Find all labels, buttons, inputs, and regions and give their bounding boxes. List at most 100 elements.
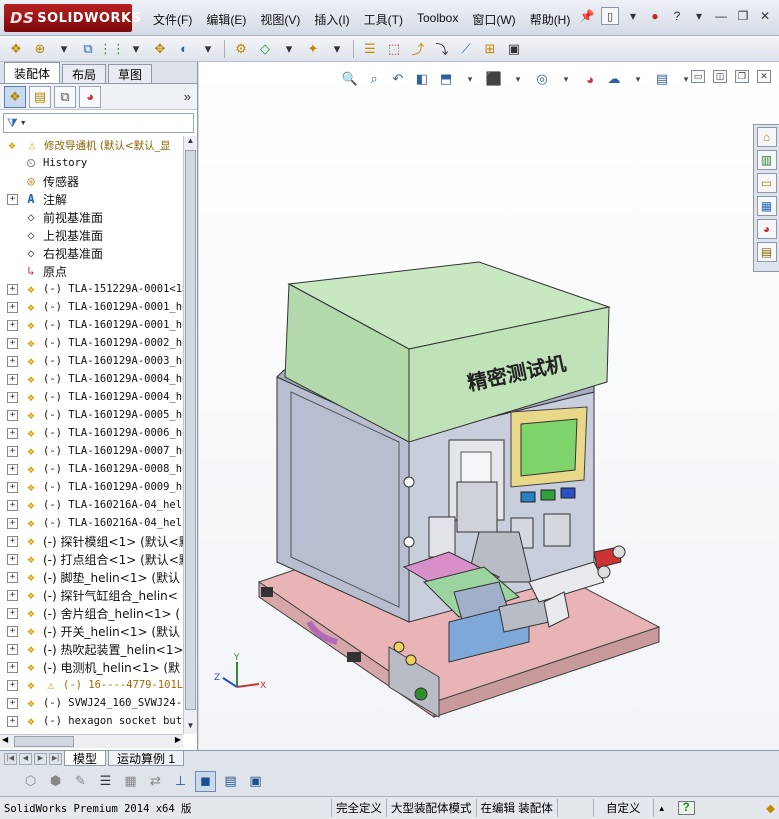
menu-toolbox[interactable]: Toolbox [410, 9, 465, 30]
axis-icon[interactable]: ⊥ [170, 771, 191, 792]
tree-item[interactable]: + ❖ (-) TLA-160129A-0008_he [0, 460, 183, 478]
expand-toggle-icon[interactable]: + [7, 445, 18, 457]
tab-motion-study[interactable]: 运动算例 1 [108, 751, 185, 766]
status-help-icon[interactable]: ? [677, 801, 695, 815]
expand-toggle-icon[interactable]: + [7, 553, 18, 565]
save-icon[interactable]: ▣ [245, 771, 266, 792]
tree-item[interactable]: + ❖ (-) TLA-160129A-0004_he [0, 388, 183, 406]
tree-item[interactable]: ⏲ History [0, 154, 183, 172]
pin-icon[interactable]: 📌 [579, 8, 595, 24]
tree-item[interactable]: + ❖ (-) TLA-160216A-04_heli [0, 514, 183, 532]
explode-line-sketch-icon[interactable]: ⤴ [408, 39, 428, 59]
reference-geometry-icon[interactable]: ◇ [255, 39, 275, 59]
help-icon[interactable]: ? [669, 8, 685, 24]
configuration-manager-tab-icon[interactable]: ⧉ [54, 85, 76, 108]
next-tab-icon[interactable]: ▶ [34, 752, 47, 765]
new-motion-study-icon[interactable]: ✦ [303, 39, 323, 59]
tree-item[interactable]: + ❖ (-) TLA-160129A-0001_he [0, 298, 183, 316]
dropdown-icon[interactable]: ▾ [198, 39, 218, 59]
tree-item[interactable]: ↳ 原点 [0, 262, 183, 280]
expand-toggle-icon[interactable]: + [7, 193, 18, 205]
expand-toggle-icon[interactable]: + [7, 481, 18, 493]
table-icon[interactable]: ▤ [220, 771, 241, 792]
tree-item[interactable]: + ❖ (-) 脚垫_helin<1> (默认 [0, 568, 183, 586]
tree-item[interactable]: + ❖ (-) TLA-160129A-0006_he [0, 424, 183, 442]
component-pattern-icon[interactable]: ⋮⋮ [99, 39, 125, 59]
help-dropdown-icon[interactable]: ▾ [691, 8, 707, 24]
tree-item[interactable]: + ❖ (-) 舍片组合_helin<1> ( [0, 604, 183, 622]
expand-toggle-icon[interactable]: + [7, 373, 18, 385]
bill-of-materials-icon[interactable]: ☰ [360, 39, 380, 59]
status-mode[interactable]: 大型装配体模式 [387, 799, 477, 817]
minimize-button[interactable]: — [713, 8, 729, 24]
move-component-icon[interactable]: ✥ [150, 39, 170, 59]
tree-item[interactable]: + ❖ (-) TLA-151229A-0001<1> [0, 280, 183, 298]
menu-file[interactable]: 文件(F) [146, 9, 199, 30]
tree-item[interactable]: + A 注解 [0, 190, 183, 208]
traffic-light-icon[interactable]: ● [647, 8, 663, 24]
dimension-icon[interactable]: ⇄ [145, 771, 166, 792]
expand-toggle-icon[interactable]: + [7, 283, 18, 295]
assembly-model[interactable]: 精密测试机 Y X Z [199, 62, 779, 750]
expand-toggle-icon[interactable]: + [7, 697, 18, 709]
tree-item[interactable]: + ❖ (-) TLA-160129A-0005_he [0, 406, 183, 424]
tree-horizontal-scrollbar[interactable]: ◀ ▶ [0, 734, 183, 748]
tree-item[interactable]: ◇ 前视基准面 [0, 208, 183, 226]
expand-toggle-icon[interactable]: + [7, 427, 18, 439]
tree-item[interactable]: + ❖ (-) 打点组合<1> (默认<默 [0, 550, 183, 568]
show-hidden-icon[interactable]: ◐ [174, 39, 194, 59]
menu-tools[interactable]: 工具(T) [357, 9, 410, 30]
tree-item[interactable]: + ❖ (-) TLA-160216A-04_heli [0, 496, 183, 514]
mate-icon[interactable]: ⧉ [78, 39, 98, 59]
tree-item[interactable]: + ❖ (-) SVWJ24_160_SVWJ24-1 [0, 694, 183, 712]
expand-panel-icon[interactable]: » [184, 89, 191, 104]
tab-sketch[interactable]: 草图 [108, 64, 153, 83]
hole-alignment-icon[interactable]: ⊞ [480, 39, 500, 59]
tree-item[interactable]: + ❖ (-) hexagon socket butt [0, 712, 183, 730]
instant3d-icon[interactable]: ▣ [504, 39, 524, 59]
expand-toggle-icon[interactable]: + [7, 319, 18, 331]
tree-filter[interactable]: ⧩ ▼ [3, 113, 194, 133]
scroll-down-icon[interactable]: ▼ [184, 721, 197, 734]
tree-item[interactable]: + ❖ (-) 探针模组<1> (默认<默 [0, 532, 183, 550]
menu-view[interactable]: 视图(V) [253, 9, 307, 30]
units-dropdown-icon[interactable]: ▲ [654, 799, 670, 817]
scroll-right-icon[interactable]: ▶ [175, 735, 181, 744]
tree-item[interactable]: + ❖ (-) TLA-160129A-0007_he [0, 442, 183, 460]
scroll-thumb[interactable] [185, 150, 196, 710]
menu-window[interactable]: 窗口(W) [465, 9, 522, 30]
tree-item[interactable]: + ❖ (-) TLA-160129A-0001_he [0, 316, 183, 334]
rebuild-icon[interactable]: ⬡ [20, 771, 41, 792]
insert-components-icon[interactable]: ⊕ [30, 39, 50, 59]
expand-toggle-icon[interactable]: + [7, 499, 18, 511]
expand-toggle-icon[interactable]: + [7, 463, 18, 475]
scroll-left-icon[interactable]: ◀ [2, 735, 8, 744]
status-units[interactable]: 自定义 [594, 799, 654, 817]
tree-item[interactable]: ◇ 右视基准面 [0, 244, 183, 262]
expand-toggle-icon[interactable]: + [7, 625, 18, 637]
first-tab-icon[interactable]: |◀ [4, 752, 17, 765]
expand-toggle-icon[interactable]: + [7, 301, 18, 313]
expand-toggle-icon[interactable]: + [7, 589, 18, 601]
tab-layout[interactable]: 布局 [62, 64, 107, 83]
dropdown-icon[interactable]: ▾ [54, 39, 74, 59]
property-manager-tab-icon[interactable]: ▤ [29, 85, 51, 108]
tree-item[interactable]: + ❖ (-) TLA-160129A-0004_he [0, 370, 183, 388]
grid-icon[interactable]: ▦ [120, 771, 141, 792]
edit-component-icon[interactable]: ❖ [6, 39, 26, 59]
exploded-view-icon[interactable]: ⬚ [384, 39, 404, 59]
close-button[interactable]: ✕ [757, 8, 773, 24]
expand-toggle-icon[interactable]: + [7, 409, 18, 421]
tree-item[interactable]: + ❖ (-) TLA-160129A-0009_he [0, 478, 183, 496]
interference-detection-icon[interactable]: ⤵ [432, 39, 452, 59]
new-document-icon[interactable]: ▯ [601, 7, 619, 25]
expand-toggle-icon[interactable]: + [7, 517, 18, 529]
expand-toggle-icon[interactable]: + [7, 607, 18, 619]
display-manager-tab-icon[interactable]: ◕ [79, 85, 101, 108]
expand-toggle-icon[interactable]: + [7, 571, 18, 583]
tree-item[interactable]: ❖ ⚠ 修改导通机 (默认<默认_显 [0, 136, 183, 154]
options-icon[interactable]: ⬢ [45, 771, 66, 792]
dropdown-icon[interactable]: ▾ [279, 39, 299, 59]
tree-item[interactable]: + ❖ ⚠ (-) 16----4779-101LF [0, 676, 183, 694]
expand-toggle-icon[interactable]: + [7, 535, 18, 547]
